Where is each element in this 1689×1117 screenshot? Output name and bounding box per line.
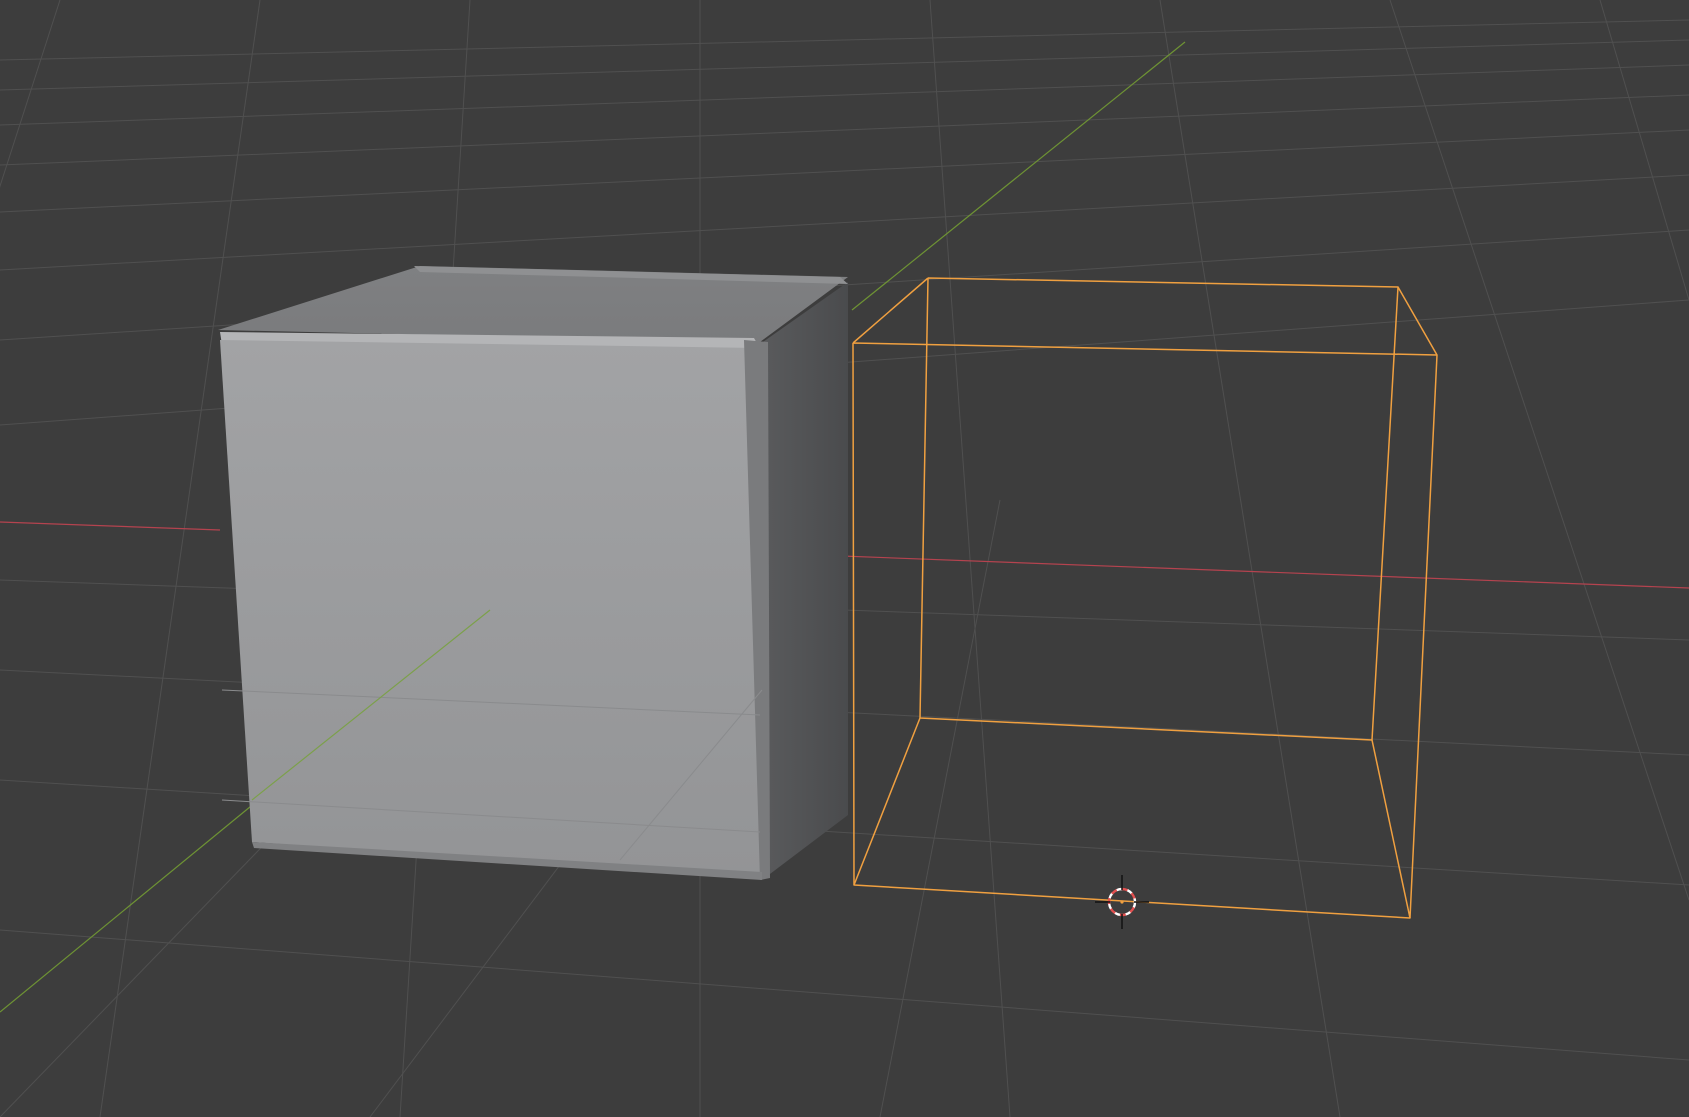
3d-cursor-icon[interactable] [1095,875,1149,929]
x-axis-line-right [814,554,1689,589]
wireframe-cube[interactable] [852,277,1438,919]
solid-cube[interactable] [218,266,848,880]
y-axis-line-far [851,41,1186,311]
3d-viewport[interactable] [0,0,1689,1117]
x-axis-line [0,521,221,531]
viewport-canvas[interactable] [0,0,1689,1117]
